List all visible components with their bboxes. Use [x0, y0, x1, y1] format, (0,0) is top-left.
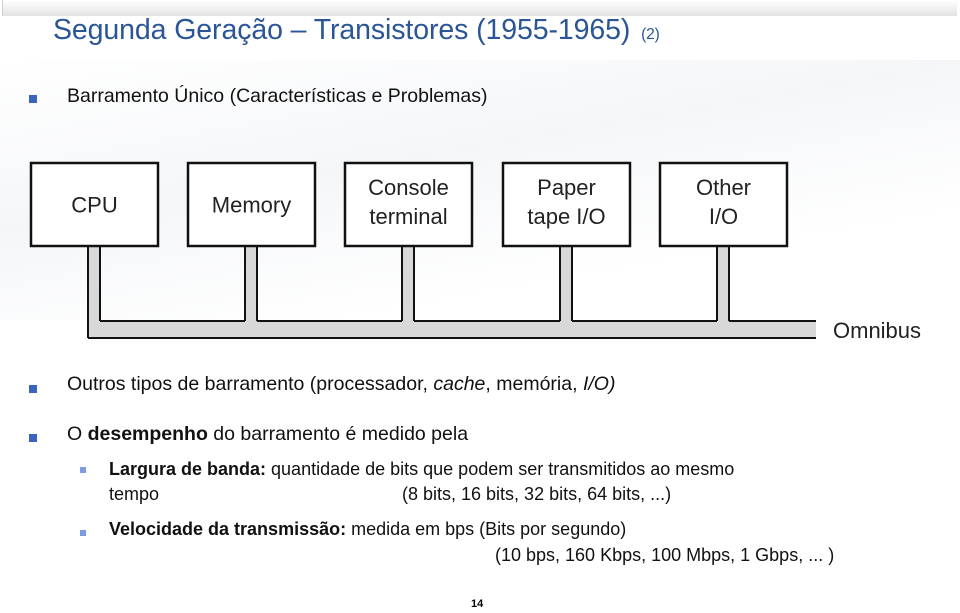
text-run: cache	[433, 373, 486, 395]
component-box: Paper tape I/O	[501, 161, 632, 248]
component-label: Memory	[212, 193, 291, 218]
sub-bullet-velocidade: Velocidade da transmissão: medida em bps…	[109, 519, 626, 540]
bus-stub-fill	[402, 246, 414, 322]
bullet-square-icon	[29, 385, 37, 393]
sub-bullet-largura-de-banda: Largura de banda: quantidade de bits que…	[109, 459, 734, 480]
page-number: 14	[471, 598, 484, 610]
sub-bullet-square-icon	[80, 467, 86, 473]
omnibus-bus	[87, 246, 816, 339]
sub-bullet-continuation: tempo	[109, 484, 160, 504]
sub-bullet-square-icon	[80, 530, 86, 536]
sub-bullet-text: quantidade de bits que podem ser transmi…	[266, 459, 735, 479]
bus-stub-fill	[560, 246, 572, 322]
bus-fill	[88, 321, 816, 338]
text-run: , memória,	[485, 373, 583, 395]
component-label: terminal	[369, 204, 447, 229]
sub-bullet-examples: (8 bits, 16 bits, 32 bits, 64 bits, ...)	[402, 484, 672, 504]
bullet-outros-tipos: Outros tipos de barramento (processador,…	[67, 373, 615, 396]
sub-bullet-examples: (10 bps, 160 Kbps, 100 Mbps, 1 Gbps, ...…	[495, 545, 835, 565]
sub-bullet-label: Velocidade da transmissão:	[109, 519, 347, 539]
text-run: I/O)	[582, 373, 616, 395]
sub-bullet-text: medida em bps (Bits por segundo)	[346, 519, 627, 539]
bus-stub-fill	[245, 246, 257, 322]
component-label: tape I/O	[527, 204, 605, 229]
component-box: CPU	[29, 161, 160, 248]
component-label: CPU	[71, 193, 117, 218]
component-label: I/O	[709, 204, 738, 229]
bus-stub-fill	[717, 246, 729, 322]
bus-stub-fill	[88, 246, 100, 322]
text-run: O	[67, 423, 88, 445]
bullet-desempenho: O desempenho do barramento é medido pela	[67, 423, 468, 446]
text-run: Outros tipos de barramento (processador,	[67, 373, 434, 395]
omnibus-diagram: CPU Memory Console terminal Paper tape I/O Oth…	[29, 161, 921, 343]
component-box: Other I/O	[658, 161, 789, 248]
component-box: Console terminal	[343, 161, 474, 248]
component-box: Memory	[186, 161, 317, 248]
component-label: Console	[368, 175, 449, 200]
text-run: desempenho	[87, 423, 208, 445]
omnibus-label: Omnibus	[833, 318, 921, 343]
bullet-square-icon	[29, 434, 37, 442]
sub-bullet-label: Largura de banda:	[109, 459, 267, 479]
component-label: Other	[696, 175, 751, 200]
component-label: Paper	[537, 175, 596, 200]
text-run: do barramento é medido pela	[207, 423, 469, 445]
